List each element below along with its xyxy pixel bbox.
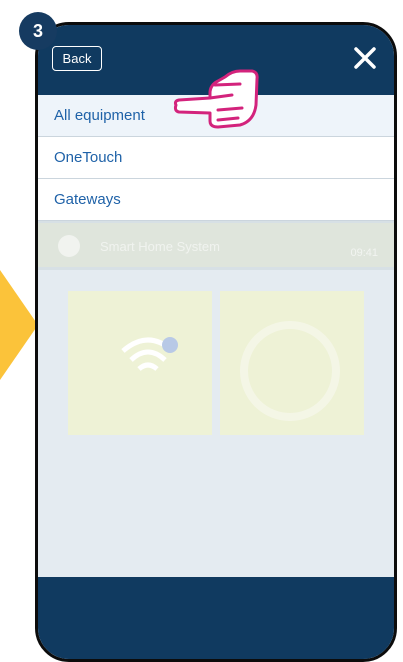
wifi-icon (121, 337, 178, 371)
hand-pointer-icon (173, 69, 259, 129)
thermostat-ring (240, 321, 340, 421)
check-icon (58, 235, 80, 257)
menu-item-gateways[interactable]: Gateways (38, 179, 394, 221)
system-name: Smart Home System (100, 239, 220, 254)
device-tile-thermostat (220, 291, 364, 435)
yellow-arrow-icon (0, 270, 38, 380)
device-tile-gateway (68, 291, 212, 435)
step-badge: 3 (19, 12, 57, 50)
back-button[interactable]: Back (52, 46, 102, 71)
close-icon[interactable] (350, 43, 380, 73)
menu-item-onetouch[interactable]: OneTouch (38, 137, 394, 179)
bottom-bar (38, 577, 394, 659)
system-time: 09:41 (350, 247, 378, 259)
